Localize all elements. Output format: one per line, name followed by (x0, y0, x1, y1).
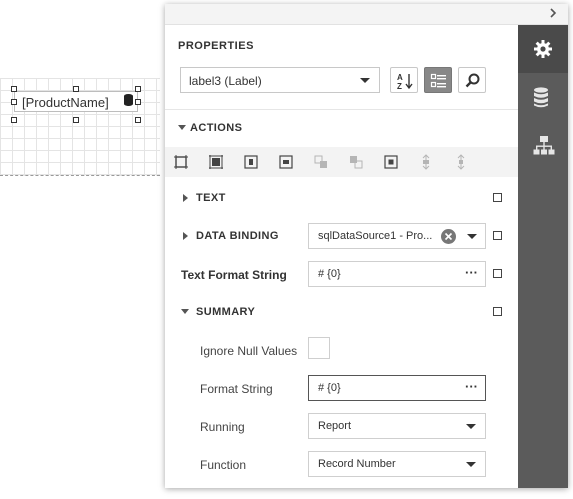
resize-handle-bottom[interactable] (73, 117, 79, 123)
data-binding-value: sqlDataSource1 - Pro... (318, 230, 433, 242)
sort-az-icon: A Z (397, 73, 413, 90)
center-vertically-icon[interactable] (278, 154, 294, 170)
label-control[interactable]: [ProductName] (14, 91, 138, 112)
close-icon (444, 232, 453, 241)
text-format-string-value: # {0} (318, 268, 341, 280)
dropdown-caret-icon[interactable] (467, 234, 477, 239)
section-actions[interactable]: ACTIONS (190, 122, 242, 134)
section-summary[interactable]: SUMMARY (196, 306, 255, 318)
resize-handle-top[interactable] (73, 86, 79, 92)
align-to-grid-icon[interactable] (173, 154, 189, 170)
hierarchy-icon (533, 136, 555, 155)
collapse-arrow-icon[interactable] (181, 309, 189, 314)
search-icon (465, 73, 480, 88)
component-selector[interactable]: label3 (Label) (180, 67, 380, 93)
properties-panel: PROPERTIES label3 (Label) A Z ACTIONS TE… (165, 4, 568, 488)
dropdown-caret-icon[interactable] (466, 424, 476, 429)
panel-header-strip (165, 4, 568, 25)
format-string-value: # {0} (318, 382, 341, 394)
resize-handle-top-right[interactable] (135, 86, 141, 92)
categorized-icon (430, 73, 446, 88)
section-data-binding[interactable]: DATA BINDING (196, 230, 279, 242)
text-format-string-label: Text Format String (181, 268, 287, 282)
format-string-field[interactable]: # {0} ··· (308, 375, 486, 401)
resize-handle-right[interactable] (135, 99, 141, 105)
panel-title: PROPERTIES (178, 40, 254, 52)
dropdown-caret-icon (360, 78, 370, 83)
resize-handle-bottom-right[interactable] (135, 117, 141, 123)
resize-handle-bottom-left[interactable] (11, 117, 17, 123)
send-to-back-icon[interactable] (348, 154, 364, 170)
search-button[interactable] (458, 67, 486, 93)
fit-bounds-icon[interactable] (383, 154, 399, 170)
dropdown-caret-icon[interactable] (466, 462, 476, 467)
clear-icon[interactable] (441, 229, 456, 244)
section-text[interactable]: TEXT (196, 192, 226, 204)
tab-report-explorer[interactable] (518, 121, 568, 169)
function-label: Function (200, 458, 247, 472)
svg-text:A: A (397, 73, 403, 82)
running-select[interactable]: Report (308, 413, 486, 439)
expand-arrow-icon[interactable] (183, 232, 188, 240)
svg-text:Z: Z (397, 82, 402, 90)
chevron-right-icon[interactable] (546, 6, 560, 20)
properties-content: PROPERTIES label3 (Label) A Z ACTIONS TE… (165, 25, 518, 488)
label-control-text: [ProductName] (22, 95, 109, 110)
collapse-arrow-icon[interactable] (178, 125, 186, 130)
function-value: Record Number (318, 458, 396, 470)
band-boundary (0, 175, 160, 176)
vertical-anchor-icon[interactable] (418, 154, 434, 170)
bring-to-front-icon[interactable] (313, 154, 329, 170)
resize-handle-left[interactable] (11, 99, 17, 105)
gear-icon (534, 40, 552, 58)
text-format-string-field[interactable]: # {0} ··· (308, 261, 486, 287)
text-format-string-checkbox[interactable] (493, 269, 502, 278)
size-to-grid-icon[interactable] (208, 154, 224, 170)
tab-properties[interactable] (518, 25, 568, 73)
data-binding-checkbox[interactable] (493, 231, 502, 240)
format-string-label: Format String (200, 382, 273, 396)
data-binding-combo[interactable]: sqlDataSource1 - Pro... (308, 223, 486, 249)
actions-toolbar (165, 147, 518, 177)
running-label: Running (200, 420, 245, 434)
expand-arrow-icon[interactable] (183, 194, 188, 202)
horizontal-anchor-icon[interactable] (453, 154, 469, 170)
component-selector-value: label3 (Label) (189, 74, 262, 88)
database-icon (124, 94, 133, 106)
more-options-icon[interactable]: ··· (465, 379, 478, 394)
summary-checkbox[interactable] (493, 307, 502, 316)
resize-handle-top-left[interactable] (11, 86, 17, 92)
categorized-view-button[interactable] (424, 67, 452, 93)
running-value: Report (318, 420, 352, 432)
text-checkbox[interactable] (493, 193, 502, 202)
database-icon (534, 87, 548, 108)
panel-tab-strip (518, 25, 568, 488)
tab-field-list[interactable] (518, 73, 568, 121)
center-horizontally-icon[interactable] (243, 154, 259, 170)
ignore-null-values-label: Ignore Null Values (200, 344, 298, 358)
divider (165, 109, 518, 110)
more-options-icon[interactable]: ··· (465, 265, 478, 280)
sort-alphabetical-button[interactable]: A Z (390, 67, 418, 93)
function-select[interactable]: Record Number (308, 451, 486, 477)
ignore-null-values-checkbox[interactable] (308, 337, 330, 359)
